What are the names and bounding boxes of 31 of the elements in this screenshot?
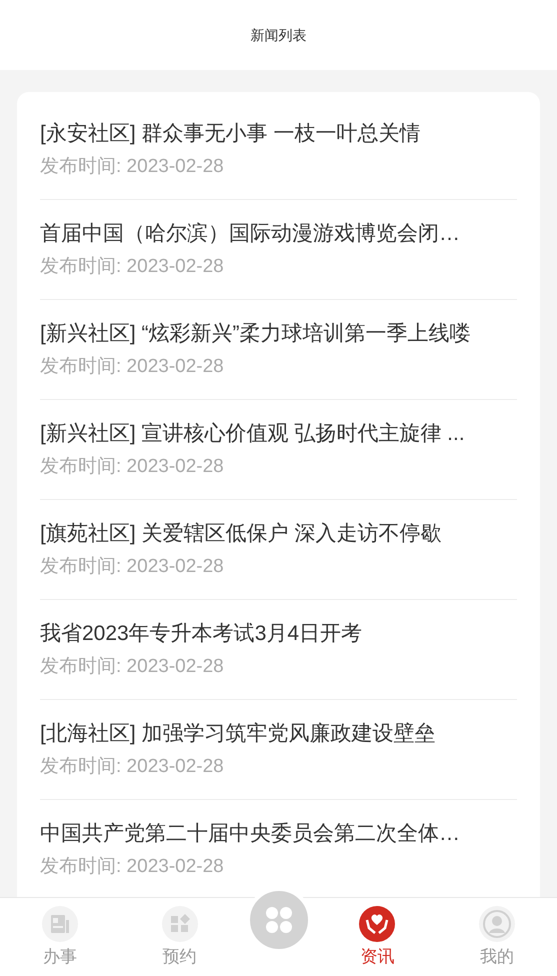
news-item[interactable]: [新兴社区] 宣讲核心价值观 弘扬时代主旋律 ... 发布时间: 2023-02-28 bbox=[40, 400, 517, 500]
publish-date: 发布时间: 2023-02-28 bbox=[40, 354, 225, 378]
news-title: [北海社区] 加强学习筑牢党风廉政建设壁垒 bbox=[40, 720, 437, 746]
news-title: [永安社区] 群众事无小事 一枝一叶总关情 bbox=[40, 120, 422, 146]
publish-date: 发布时间: 2023-02-28 bbox=[40, 855, 225, 879]
publish-date: 发布时间: 2023-02-28 bbox=[40, 454, 225, 478]
clover-icon bbox=[265, 906, 293, 934]
news-item[interactable]: [新兴社区] “炫彩新兴”柔力球培训第一季上线喽 发布时间: 2023-02-28 bbox=[40, 300, 517, 400]
news-title: 中国共产党第二十届中央委员会第二次全体… bbox=[40, 821, 461, 847]
publish-date: 发布时间: 2023-02-28 bbox=[40, 254, 225, 278]
news-item[interactable]: 中国共产党第二十届中央委员会第二次全体… 发布时间: 2023-02-28 bbox=[40, 800, 517, 897]
news-title: 我省2023年专升本考试3月4日开考 bbox=[40, 620, 364, 646]
news-title: [新兴社区] 宣讲核心价值观 弘扬时代主旋律 ... bbox=[40, 420, 466, 446]
news-item[interactable]: 首届中国（哈尔滨）国际动漫游戏博览会闭… 发布时间: 2023-02-28 bbox=[40, 200, 517, 300]
news-item[interactable]: [永安社区] 群众事无小事 一枝一叶总关情 发布时间: 2023-02-28 bbox=[40, 100, 517, 200]
publish-date: 发布时间: 2023-02-28 bbox=[40, 554, 225, 578]
document-icon bbox=[42, 906, 78, 942]
page-title: 新闻列表 bbox=[250, 26, 306, 44]
tab-button[interactable]: 资讯 bbox=[318, 898, 438, 968]
news-item[interactable]: 我省2023年专升本考试3月4日开考 发布时间: 2023-02-28 bbox=[40, 600, 517, 700]
publish-date: 发布时间: 2023-02-28 bbox=[40, 754, 225, 778]
heart-hands-icon bbox=[359, 906, 396, 942]
news-item[interactable]: [北海社区] 加强学习筑牢党风廉政建设壁垒 发布时间: 2023-02-28 bbox=[40, 700, 517, 800]
grid-icon bbox=[162, 906, 198, 942]
news-title: [新兴社区] “炫彩新兴”柔力球培训第一季上线喽 bbox=[40, 320, 472, 346]
publish-date: 发布时间: 2023-02-28 bbox=[40, 154, 225, 178]
publish-date: 发布时间: 2023-02-28 bbox=[40, 654, 225, 678]
user-icon bbox=[479, 906, 516, 942]
news-title: 首届中国（哈尔滨）国际动漫游戏博览会闭… bbox=[40, 220, 461, 246]
news-title: [旗苑社区] 关爱辖区低保户 深入走访不停歇 bbox=[40, 520, 442, 546]
news-item[interactable]: [旗苑社区] 关爱辖区低保户 深入走访不停歇 发布时间: 2023-02-28 bbox=[40, 500, 517, 600]
